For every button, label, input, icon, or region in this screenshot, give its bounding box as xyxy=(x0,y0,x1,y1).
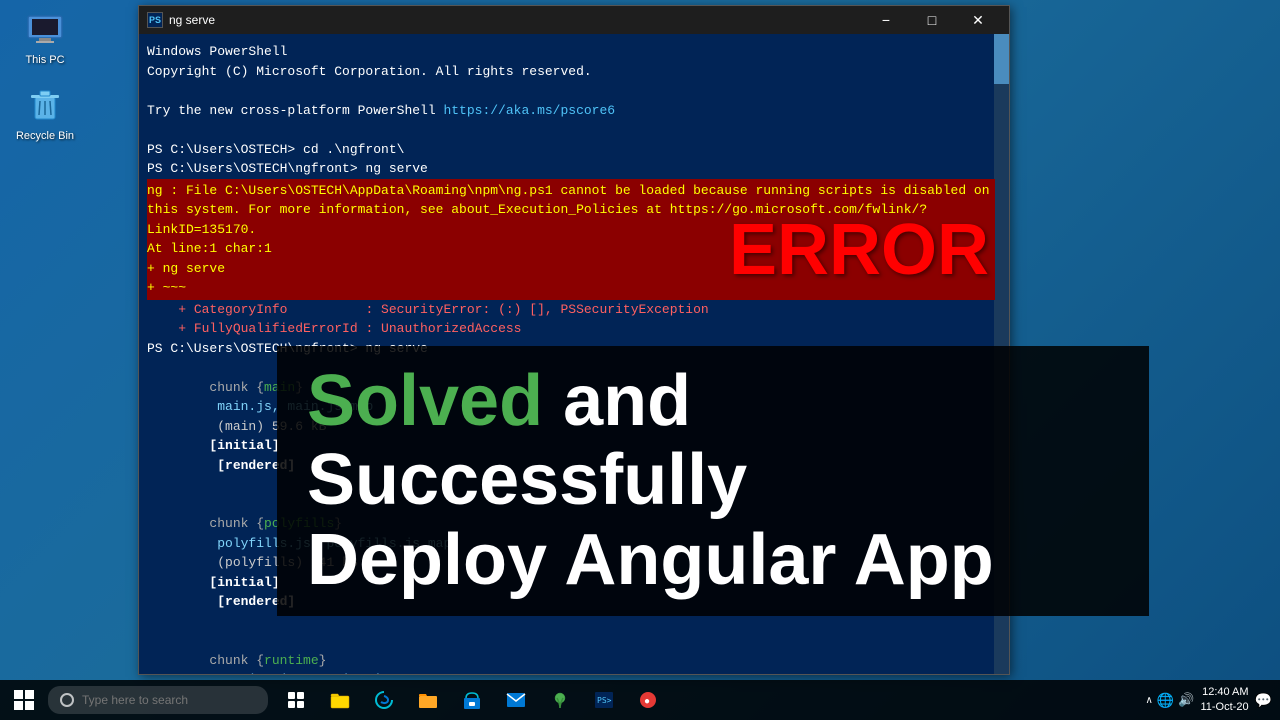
chunk-runtime: chunk {runtime} runtime.js, runtime.js.m… xyxy=(147,631,995,674)
terminal-line-5 xyxy=(147,120,995,140)
terminal-line-2: Copyright (C) Microsoft Corporation. All… xyxy=(147,62,995,82)
mail-button[interactable] xyxy=(496,680,536,720)
taskbar: PS> ● ∧ 🌐 🔊 12:40 AM 11-Oct-20 xyxy=(0,680,1280,720)
start-icon xyxy=(14,690,34,710)
svg-text:PS>: PS> xyxy=(597,696,612,705)
terminal-line-1: Windows PowerShell xyxy=(147,42,995,62)
terminal-button[interactable]: PS> xyxy=(584,680,624,720)
terminal-line-7: PS C:\Users\OSTECH\ngfront> ng serve xyxy=(147,159,995,179)
terminal-line-3 xyxy=(147,81,995,101)
system-tray: ∧ 🌐 🔊 xyxy=(1146,692,1195,709)
svg-text:●: ● xyxy=(644,696,650,707)
date: 11-Oct-20 xyxy=(1200,700,1248,715)
recycle-bin-label: Recycle Bin xyxy=(16,130,74,142)
terminal-line-6: PS C:\Users\OSTECH> cd .\ngfront\ xyxy=(147,140,995,160)
error-category: + CategoryInfo : SecurityError: (:) [], … xyxy=(147,300,995,320)
this-pc-icon[interactable]: This PC xyxy=(10,10,80,66)
window-title: ng serve xyxy=(169,13,857,27)
search-input[interactable] xyxy=(82,693,256,707)
clock: 12:40 AM xyxy=(1200,685,1248,700)
error-fqid: + FullyQualifiedErrorId : UnauthorizedAc… xyxy=(147,319,995,339)
notification-icon[interactable]: 💬 xyxy=(1255,692,1272,709)
this-pc-label: This PC xyxy=(25,54,64,66)
game-button[interactable]: ● xyxy=(628,680,668,720)
store-button[interactable] xyxy=(452,680,492,720)
folder-button[interactable] xyxy=(408,680,448,720)
maps-button[interactable] xyxy=(540,680,580,720)
desktop: This PC Recycle Bin PS ng serve xyxy=(0,0,1280,720)
desktop-icons: This PC Recycle Bin xyxy=(10,10,80,142)
taskbar-right: ∧ 🌐 🔊 12:40 AM 11-Oct-20 💬 xyxy=(1146,685,1280,716)
recycle-bin-icon[interactable]: Recycle Bin xyxy=(10,86,80,142)
solved-text: Solved xyxy=(307,361,543,441)
powershell-window: PS ng serve − □ ✕ Windows PowerShell Cop… xyxy=(138,5,1010,675)
task-view-button[interactable] xyxy=(276,680,316,720)
start-button[interactable] xyxy=(0,680,48,720)
error-overlay-text: ERROR xyxy=(729,209,989,291)
time-date-display[interactable]: 12:40 AM 11-Oct-20 xyxy=(1200,685,1248,716)
file-explorer-button[interactable] xyxy=(320,680,360,720)
window-controls: − □ ✕ xyxy=(863,6,1001,34)
taskbar-center: PS> ● xyxy=(268,680,676,720)
overlay-line-2: Deploy Angular App xyxy=(307,521,1119,600)
ps-icon: PS xyxy=(147,12,163,28)
terminal-line-4: Try the new cross-platform PowerShell ht… xyxy=(147,101,995,121)
success-overlay: Solved and Successfully Deploy Angular A… xyxy=(277,346,1149,616)
overlay-line-1: Solved and Successfully xyxy=(307,362,1119,520)
chevron-up-icon[interactable]: ∧ xyxy=(1146,695,1153,706)
network-icon: 🌐 xyxy=(1157,692,1174,709)
maximize-button[interactable]: □ xyxy=(909,6,955,34)
window-titlebar: PS ng serve − □ ✕ xyxy=(139,6,1009,34)
close-button[interactable]: ✕ xyxy=(955,6,1001,34)
minimize-button[interactable]: − xyxy=(863,6,909,34)
volume-icon[interactable]: 🔊 xyxy=(1178,692,1194,708)
search-bar[interactable] xyxy=(48,686,268,714)
search-icon xyxy=(60,693,74,707)
edge-browser-button[interactable] xyxy=(364,680,404,720)
